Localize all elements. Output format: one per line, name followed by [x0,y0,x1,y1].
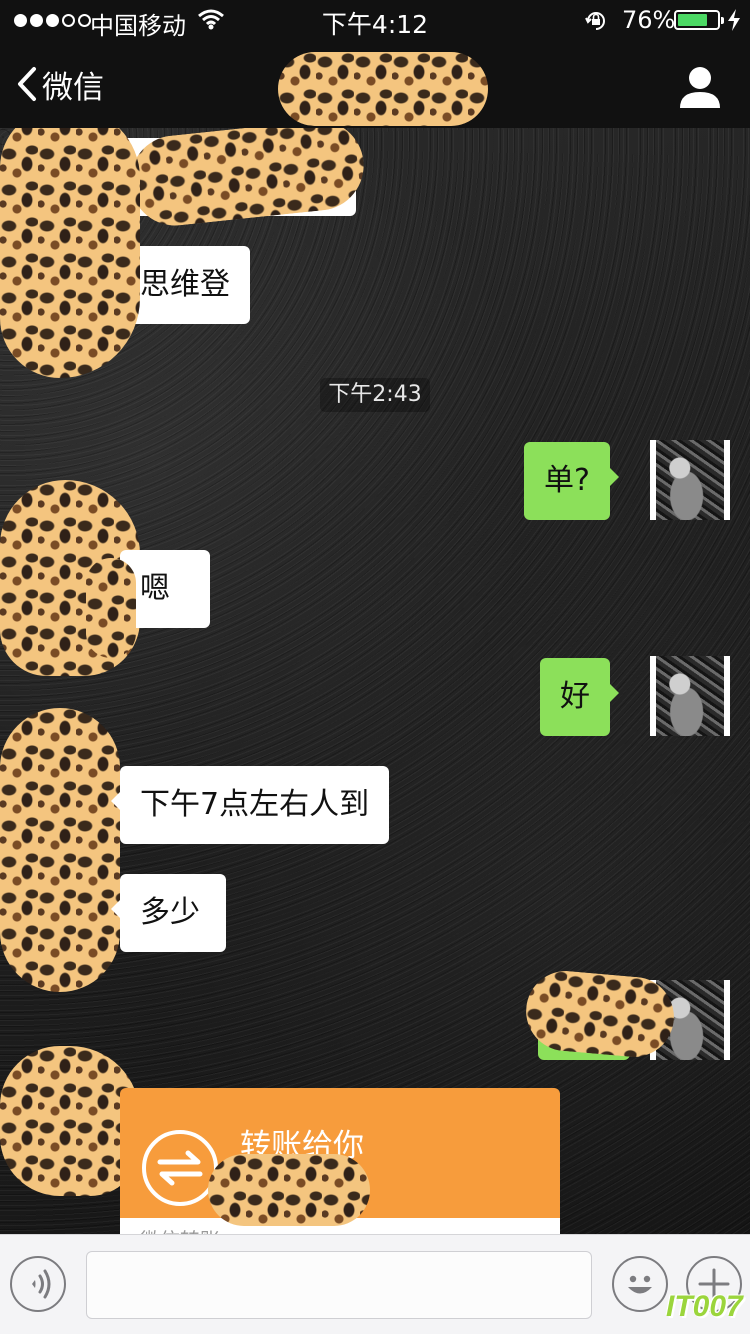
battery-percent: 76% [622,6,676,34]
my-avatar[interactable] [650,440,730,520]
contact-avatar-redacted [0,708,120,992]
message-bubble[interactable]: 多少 [111,874,226,952]
charging-icon [727,9,741,37]
contact-avatar-redacted [0,1046,140,1196]
my-avatar[interactable] [650,656,730,736]
person-icon [674,67,726,118]
rotation-lock-icon [584,9,608,39]
back-label: 微信 [42,69,104,106]
redaction-blob [86,558,136,658]
status-bar: 中国移动 下午4:12 76% [0,0,750,40]
chevron-left-icon [16,66,38,102]
voice-button[interactable] [10,1256,66,1312]
profile-button[interactable] [674,62,726,114]
voice-icon [12,1269,64,1313]
emoji-icon [614,1275,666,1313]
back-button[interactable]: 微信 [16,62,104,106]
emoji-button[interactable] [612,1256,668,1312]
timestamp-separator: 下午2:43 [320,378,430,412]
message-bubble[interactable]: 单? [524,442,619,520]
chat-area[interactable]: 思维登 下午2:43 单? 嗯 好 下午7点左右人到 多少 转账给你 微信转账 [0,128,750,1234]
watermark-logo: IT007 [666,1290,743,1323]
chat-title-redacted [278,52,488,126]
battery-icon [674,10,724,30]
message-bubble[interactable]: 好 [540,658,619,736]
nav-bar: 微信 [0,40,750,128]
message-bubble[interactable]: 下午7点左右人到 [110,766,390,844]
transfer-amount-redacted [208,1154,370,1226]
input-bar [0,1234,750,1334]
message-input[interactable] [86,1251,592,1319]
contact-avatar-redacted [0,128,140,378]
